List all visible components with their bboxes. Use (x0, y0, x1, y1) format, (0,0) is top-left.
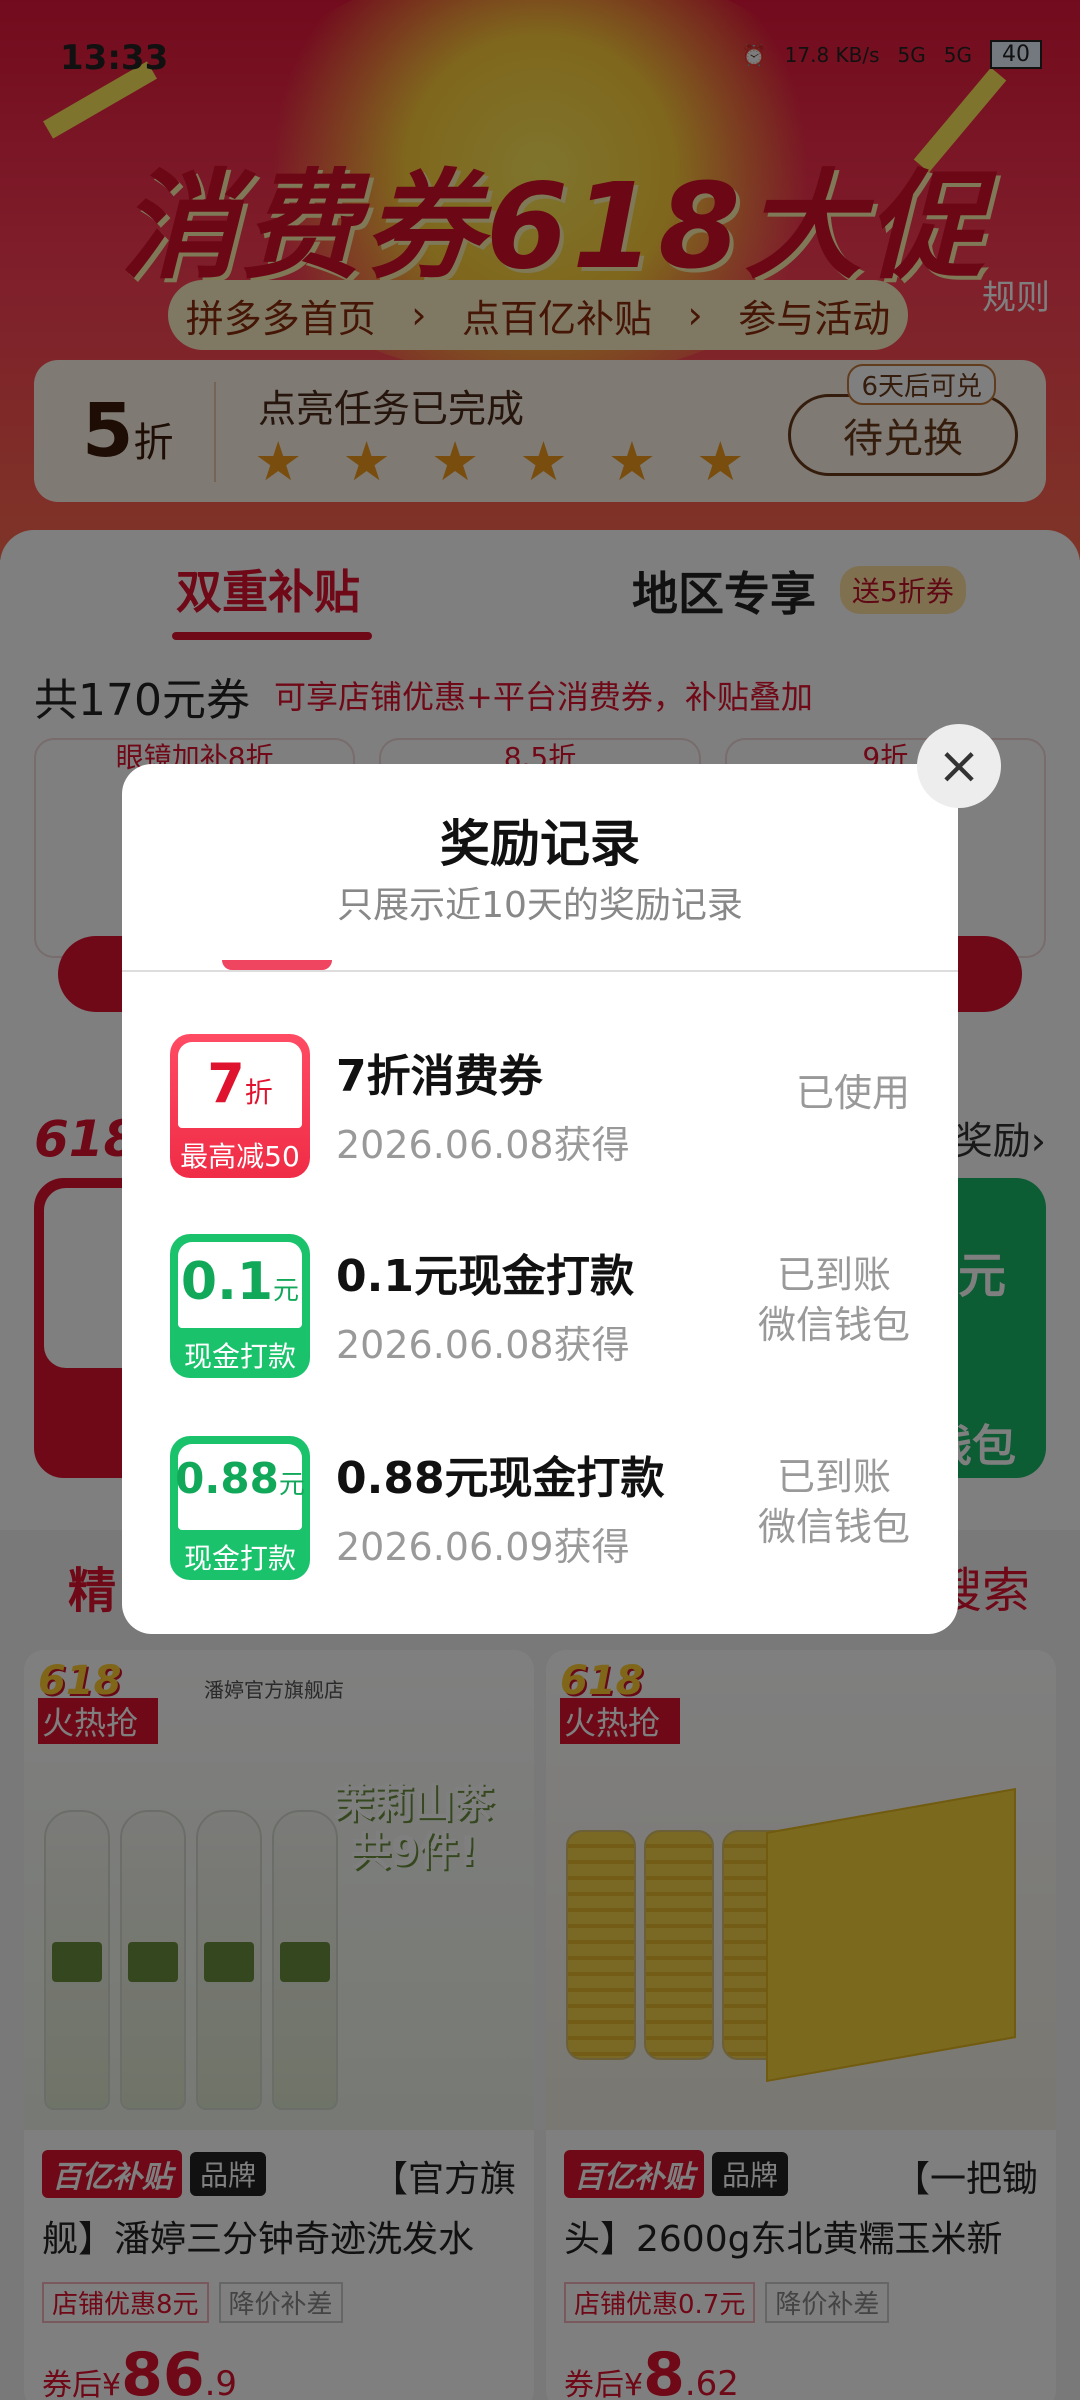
reward-name: 0.1元现金打款 (336, 1251, 634, 1302)
reward-status: 已使用 (795, 1071, 910, 1115)
reward-icon-caption: 现金打款 (183, 1340, 296, 1373)
reward-icon-face: 7折 (178, 1042, 302, 1128)
reward-date: 2026.06.08获得 (336, 1123, 630, 1167)
reward-icon-unit: 元 (278, 1470, 305, 1500)
close-dialog-button[interactable]: × (917, 724, 1001, 808)
cash-payout-icon: 0.1 元 现金打款 (170, 1234, 310, 1378)
close-icon: × (937, 736, 981, 796)
reward-record: 0.88 元 现金打款 0.88元现金打款 2026.06.09获得 已到账 微信… (122, 1436, 958, 1586)
reward-status: 已到账 微信钱包 (758, 1250, 910, 1350)
divider (122, 970, 958, 972)
reward-status-wallet: 微信钱包 (757, 1303, 910, 1347)
cash-payout-icon: 0.88 元 现金打款 (170, 1436, 310, 1580)
reward-status-line: 已到账 (776, 1455, 891, 1499)
reward-record: 7折 最高减50 7折消费券 2026.06.08获得 已使用 (122, 1034, 958, 1184)
reward-record: 0.1 元 现金打款 0.1元现金打款 2026.06.08获得 已到账 微信钱包 (122, 1234, 958, 1384)
reward-status: 已到账 微信钱包 (758, 1452, 910, 1552)
discount-coupon-icon: 7折 最高减50 (170, 1034, 310, 1178)
reward-name: 7折消费券 (336, 1051, 543, 1102)
reward-status-wallet: 微信钱包 (757, 1505, 910, 1549)
reward-icon-unit: 折 (244, 1076, 273, 1109)
reward-icon-caption: 现金打款 (183, 1542, 296, 1575)
reward-date: 2026.06.09获得 (336, 1525, 630, 1569)
reward-icon-unit: 元 (273, 1276, 300, 1306)
reward-icon-caption: 最高减50 (180, 1140, 300, 1173)
reward-icon-number: 0.1 (180, 1252, 274, 1312)
reward-icon-number: 7 (207, 1052, 245, 1115)
reward-records-dialog: 奖励记录 只展示近10天的奖励记录 7折 最高减50 7折消费券 2026.06… (122, 764, 958, 1634)
reward-name: 0.88元现金打款 (336, 1453, 665, 1504)
reward-icon-face: 0.88 元 (175, 1444, 305, 1530)
dialog-subtitle: 只展示近10天的奖励记录 (337, 885, 743, 926)
scrolled-item-edge (222, 960, 332, 970)
reward-date: 2026.06.08获得 (336, 1323, 630, 1367)
reward-status-line: 已到账 (776, 1253, 891, 1297)
reward-icon-face: 0.1 元 (178, 1242, 302, 1328)
dialog-title: 奖励记录 (440, 815, 640, 873)
reward-icon-number: 0.88 (175, 1454, 279, 1503)
